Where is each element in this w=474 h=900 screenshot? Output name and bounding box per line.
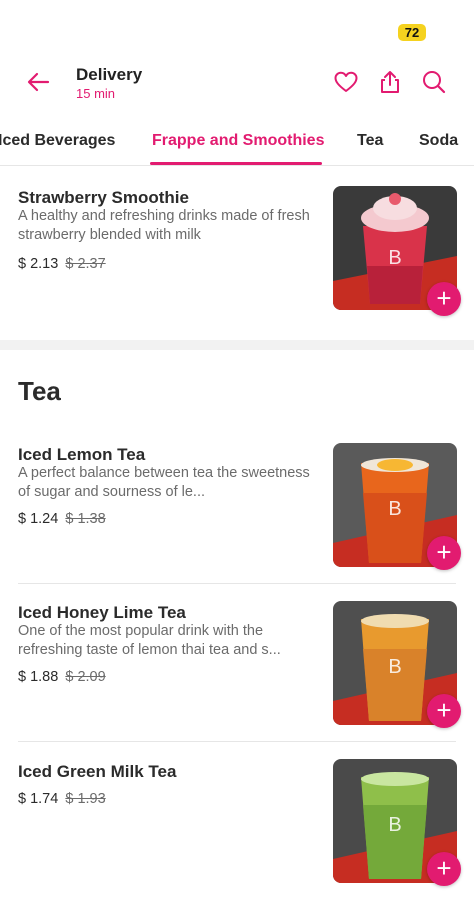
item-description: One of the most popular drink with the r… <box>18 623 281 658</box>
battery-indicator: 72 <box>398 24 426 41</box>
arrow-left-icon <box>27 72 50 92</box>
add-to-cart-button[interactable]: + <box>427 536 461 570</box>
delivery-time: 15 min <box>76 86 116 101</box>
share-button[interactable] <box>377 69 403 95</box>
item-old-price: $ 2.37 <box>65 256 106 272</box>
price-row: $ 1.88 $ 2.09 <box>18 669 106 685</box>
status-bar: 72 <box>0 0 474 50</box>
svg-text:B: B <box>388 498 401 520</box>
item-name: Iced Honey Lime Tea <box>18 603 186 622</box>
favorite-button[interactable] <box>333 69 359 95</box>
item-description: A healthy and refreshing drinks made of … <box>18 208 310 243</box>
divider <box>18 583 456 584</box>
price-row: $ 2.13 $ 2.37 <box>18 256 106 272</box>
back-button[interactable] <box>24 67 54 97</box>
section-title-tea: Tea <box>18 376 61 406</box>
tab-soda[interactable]: Soda <box>419 132 458 150</box>
add-to-cart-button[interactable]: + <box>427 852 461 886</box>
item-price: $ 1.24 <box>18 511 59 527</box>
search-button[interactable] <box>421 69 447 95</box>
heart-icon <box>334 71 358 92</box>
item-description: A perfect balance between tea the sweetn… <box>18 465 310 500</box>
tab-iced-beverages[interactable]: Iced Beverages <box>0 132 115 150</box>
item-name: Iced Green Milk Tea <box>18 762 177 781</box>
item-old-price: $ 1.93 <box>65 791 106 807</box>
svg-text:B: B <box>388 814 401 836</box>
item-old-price: $ 1.38 <box>65 511 106 527</box>
item-price: $ 1.74 <box>18 791 59 807</box>
active-tab-indicator <box>150 162 322 165</box>
item-name: Strawberry Smoothie <box>18 188 189 207</box>
svg-text:B: B <box>388 656 401 678</box>
page-title: Delivery <box>76 65 143 84</box>
section-separator <box>0 340 474 350</box>
item-price: $ 2.13 <box>18 256 59 272</box>
item-price: $ 1.88 <box>18 669 59 685</box>
add-to-cart-button[interactable]: + <box>427 694 461 728</box>
category-tabs: Iced Beverages Frappe and Smoothies Tea … <box>0 120 474 166</box>
price-row: $ 1.24 $ 1.38 <box>18 511 106 527</box>
item-old-price: $ 2.09 <box>65 669 106 685</box>
price-row: $ 1.74 $ 1.93 <box>18 791 106 807</box>
item-name: Iced Lemon Tea <box>18 445 146 464</box>
add-to-cart-button[interactable]: + <box>427 282 461 316</box>
header: Delivery 15 min <box>0 55 474 110</box>
title-block: Delivery 15 min <box>76 65 142 102</box>
search-icon <box>423 71 446 94</box>
divider <box>18 741 456 742</box>
svg-text:B: B <box>388 247 401 269</box>
share-icon <box>381 71 399 93</box>
tab-tea[interactable]: Tea <box>357 132 383 150</box>
tab-frappe-and-smoothies[interactable]: Frappe and Smoothies <box>152 132 324 150</box>
